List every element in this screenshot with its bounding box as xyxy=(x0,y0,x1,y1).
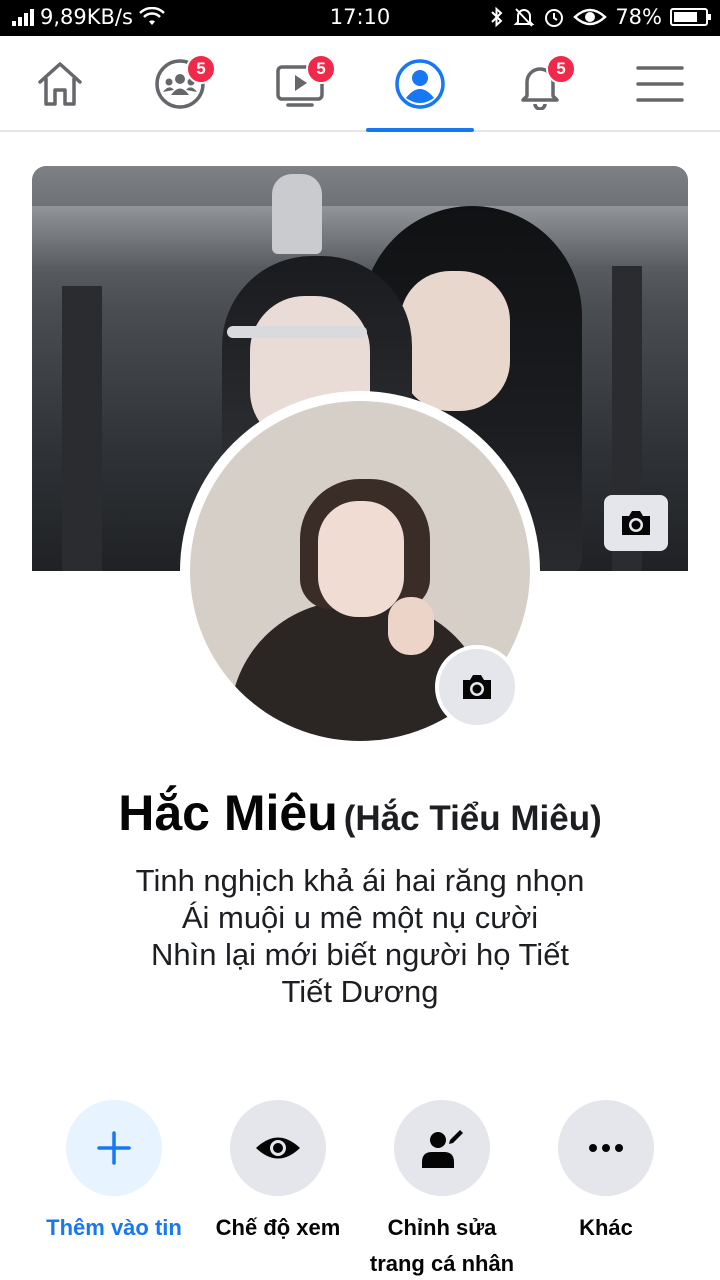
battery-icon xyxy=(670,8,711,26)
eye-icon xyxy=(256,1137,300,1159)
edit-avatar-camera-button[interactable] xyxy=(435,645,519,729)
profile-name: Hắc Miêu xyxy=(118,785,338,841)
view-as-label: Chế độ xem xyxy=(215,1215,341,1240)
menu-icon xyxy=(636,66,684,102)
edit-profile-circle xyxy=(394,1100,490,1196)
alarm-icon xyxy=(545,9,564,27)
watch-badge: 5 xyxy=(306,54,336,84)
clock: 17:10 xyxy=(329,5,391,29)
edit-profile-button[interactable]: Chỉnh sửa trang cá nhân xyxy=(360,1100,524,1280)
add-to-story-button[interactable]: Thêm vào tin xyxy=(32,1100,196,1246)
more-button[interactable]: Khác xyxy=(524,1100,688,1246)
status-bar: 9,89KB/s 17:10 78% xyxy=(0,0,720,36)
wifi-icon xyxy=(139,7,165,25)
nav-menu[interactable] xyxy=(600,36,720,132)
bluetooth-icon xyxy=(491,6,503,28)
bio-line: Tinh nghịch khả ái hai răng nhọn xyxy=(135,863,585,898)
mute-icon xyxy=(513,8,535,27)
add-to-story-label: Thêm vào tin xyxy=(46,1215,182,1240)
profile-actions: Thêm vào tin Chế độ xem Chỉnh sửa trang … xyxy=(0,1100,720,1280)
notifications-badge: 5 xyxy=(546,54,576,84)
camera-icon xyxy=(622,511,650,535)
home-icon xyxy=(38,62,82,106)
active-tab-indicator xyxy=(366,128,474,132)
profile-bio: Tinh nghịch khả ái hai răng nhọn Ái muội… xyxy=(0,862,720,1010)
add-to-story-circle xyxy=(66,1100,162,1196)
camera-icon xyxy=(463,675,491,699)
profile-icon xyxy=(395,59,445,109)
nav-watch[interactable]: 5 xyxy=(240,36,360,132)
profile-name-line: Hắc Miêu (Hắc Tiểu Miêu) xyxy=(0,784,720,842)
groups-badge: 5 xyxy=(186,54,216,84)
edit-profile-label-line2: trang cá nhân xyxy=(369,1251,515,1276)
nav-profile[interactable] xyxy=(360,36,480,132)
edit-cover-camera-button[interactable] xyxy=(604,495,668,551)
nav-home[interactable] xyxy=(0,36,120,132)
more-label: Khác xyxy=(579,1215,633,1240)
nav-groups[interactable]: 5 xyxy=(120,36,240,132)
view-as-circle xyxy=(230,1100,326,1196)
network-speed: 9,89KB/s xyxy=(40,5,133,29)
battery-percent: 78% xyxy=(615,5,662,29)
bio-line: Nhìn lại mới biết người họ Tiết xyxy=(150,937,570,972)
more-icon xyxy=(589,1144,623,1152)
profile-alternate-name: (Hắc Tiểu Miêu) xyxy=(343,799,602,838)
signal-icon xyxy=(12,8,34,26)
more-circle xyxy=(558,1100,654,1196)
edit-profile-icon xyxy=(422,1130,463,1168)
eye-icon xyxy=(573,8,608,26)
edit-profile-label-line1: Chỉnh sửa xyxy=(387,1215,497,1240)
bio-line: Ái muội u mê một nụ cười xyxy=(181,900,539,935)
plus-icon xyxy=(97,1131,131,1165)
top-nav-bar: 5 5 5 xyxy=(0,36,720,132)
view-as-button[interactable]: Chế độ xem xyxy=(196,1100,360,1246)
edit-profile-label: Chỉnh sửa trang cá nhân xyxy=(360,1210,524,1280)
bio-line: Tiết Dương xyxy=(281,974,439,1009)
nav-notifications[interactable]: 5 xyxy=(480,36,600,132)
